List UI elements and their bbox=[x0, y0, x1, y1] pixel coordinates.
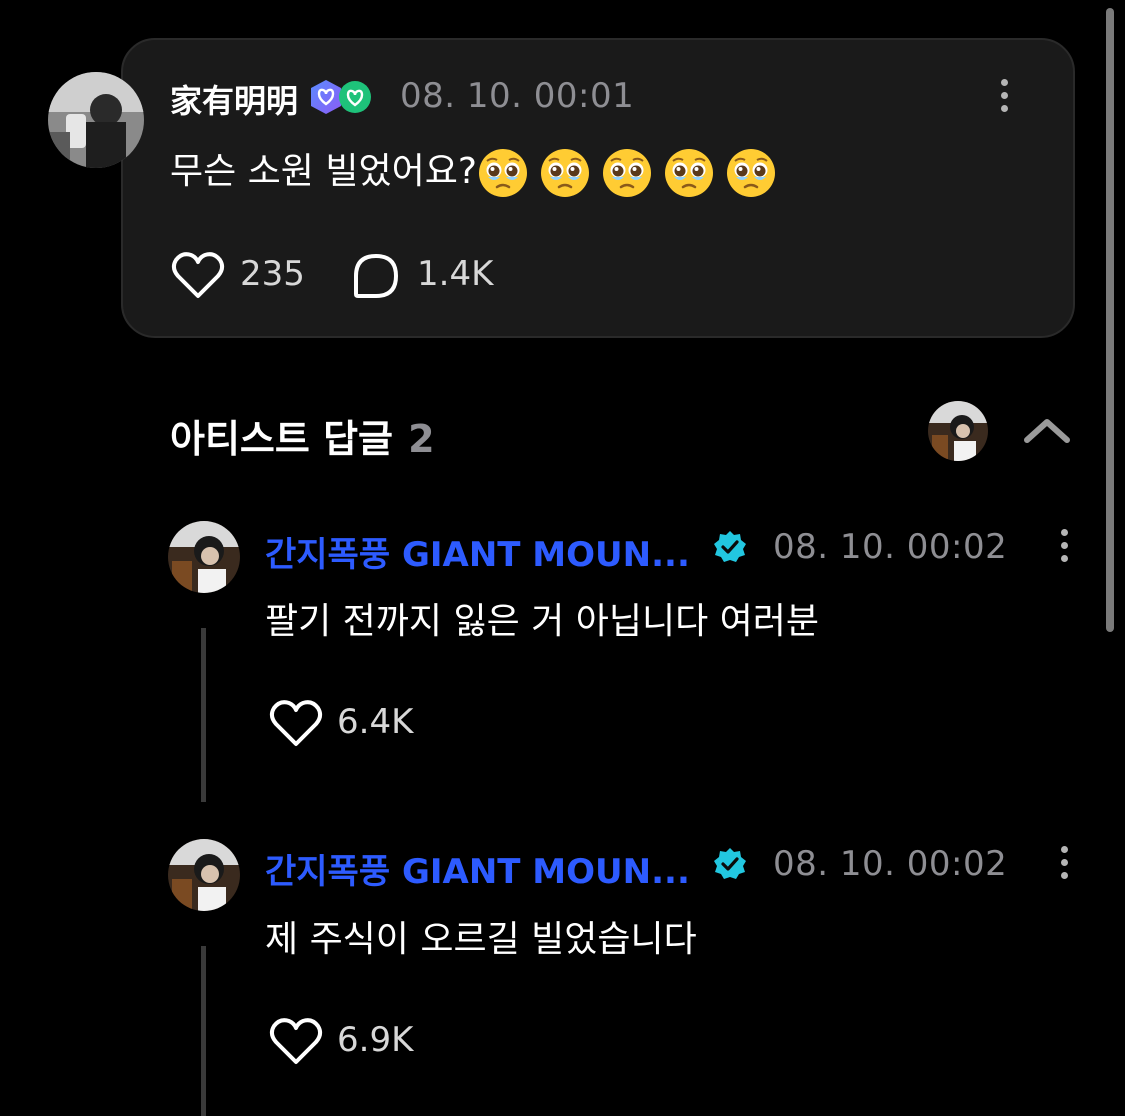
like-button[interactable]: 235 bbox=[170, 250, 330, 302]
reply-text: 제 주식이 오르길 빌었습니다 bbox=[265, 919, 697, 960]
artist-replies-title: 아티스트 답글 bbox=[170, 417, 393, 461]
post-author-avatar[interactable] bbox=[48, 72, 144, 168]
artist-replies-header[interactable]: 아티스트 답글 2 bbox=[170, 408, 435, 463]
more-vertical-icon[interactable] bbox=[1061, 529, 1069, 569]
reply-like-button[interactable]: 6.9K bbox=[268, 1016, 438, 1068]
verified-badge-icon bbox=[713, 530, 747, 564]
post-timestamp: 08. 10. 00:01 bbox=[400, 76, 635, 116]
more-vertical-icon[interactable] bbox=[1001, 79, 1009, 119]
like-count: 235 bbox=[240, 254, 305, 294]
reply-timestamp: 08. 10. 00:02 bbox=[773, 844, 1008, 884]
heart-icon bbox=[269, 1018, 323, 1064]
reply-like-button[interactable]: 6.4K bbox=[268, 698, 438, 750]
reply-author-avatar[interactable] bbox=[168, 839, 240, 911]
pleading-face-emoji bbox=[602, 149, 651, 197]
more-vertical-icon[interactable] bbox=[1061, 846, 1069, 886]
verified-badge-icon bbox=[713, 847, 747, 881]
comment-bubble-icon bbox=[354, 254, 398, 298]
comment-count: 1.4K bbox=[417, 254, 494, 294]
reply-author-name[interactable]: 간지폭풍 GIANT MOUN... bbox=[265, 844, 690, 893]
scrollbar[interactable] bbox=[1106, 8, 1114, 632]
heart-icon bbox=[171, 252, 225, 298]
post-text-content: 무슨 소원 빌었어요? bbox=[170, 151, 477, 192]
membership-badge-icon bbox=[309, 79, 373, 115]
reply-author-name[interactable]: 간지폭풍 GIANT MOUN... bbox=[265, 527, 690, 576]
reply-timestamp: 08. 10. 00:02 bbox=[773, 527, 1008, 567]
post-text: 무슨 소원 빌었어요? bbox=[170, 142, 787, 199]
artist-replies-count: 2 bbox=[408, 417, 435, 461]
pleading-face-emoji bbox=[726, 149, 775, 197]
pleading-face-emoji bbox=[664, 149, 713, 197]
pleading-face-emoji bbox=[540, 149, 589, 197]
post-author-name[interactable]: 家有明明 bbox=[170, 76, 298, 122]
reply-thread-line bbox=[201, 628, 206, 802]
reply-author-avatar[interactable] bbox=[168, 521, 240, 593]
reply-text: 팔기 전까지 잃은 거 아닙니다 여러분 bbox=[265, 601, 820, 642]
reply-like-count: 6.4K bbox=[337, 702, 414, 742]
heart-icon bbox=[269, 700, 323, 746]
artist-avatar[interactable] bbox=[928, 401, 988, 461]
reply-thread-line bbox=[201, 946, 206, 1116]
pleading-face-emoji bbox=[478, 149, 527, 197]
comment-button[interactable]: 1.4K bbox=[352, 250, 512, 302]
reply-like-count: 6.9K bbox=[337, 1020, 414, 1060]
chevron-up-icon[interactable] bbox=[1022, 414, 1072, 446]
